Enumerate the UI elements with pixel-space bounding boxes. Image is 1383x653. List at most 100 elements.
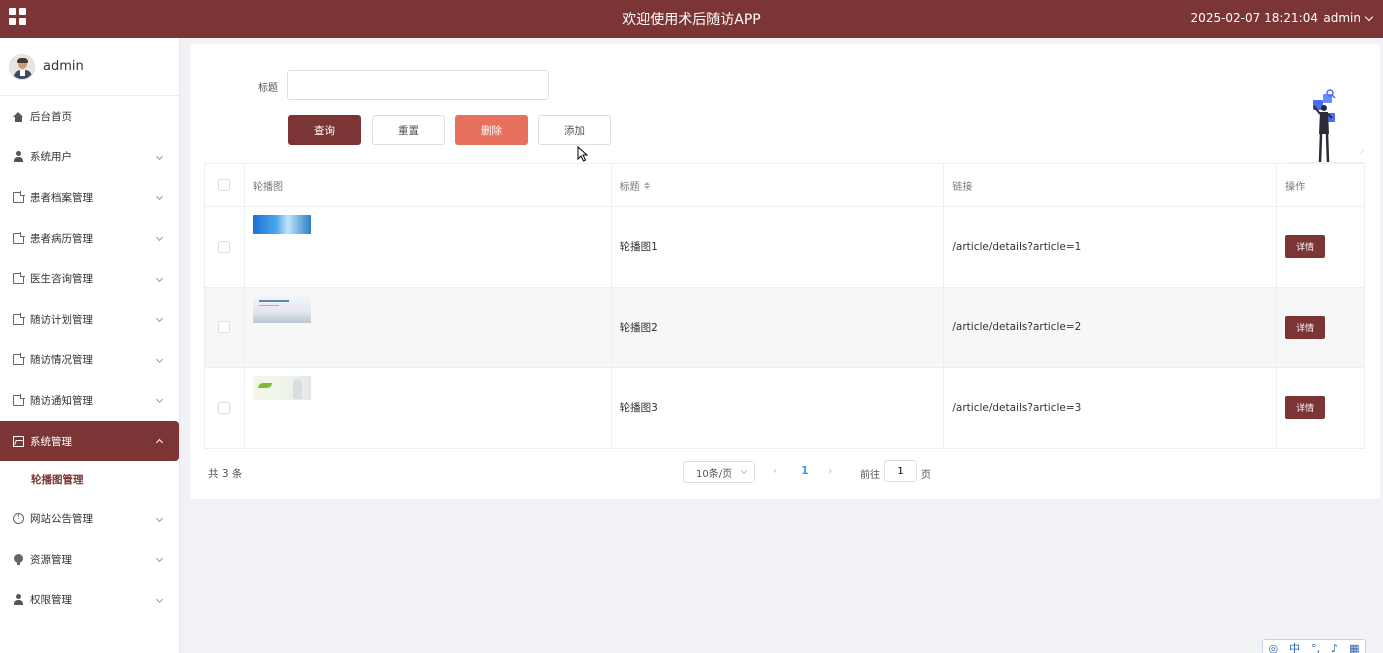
chevron-down-icon — [155, 355, 164, 363]
sidebar-item-medical-history[interactable]: 患者病历管理 — [0, 218, 179, 259]
main-card: 标题 查询 重置 删除 添加 轮播图 标题 链接 操作 轮播图1 /articl… — [190, 44, 1380, 499]
row-checkbox[interactable] — [218, 321, 231, 334]
table-row: 轮播图1 /article/details?article=1 详情 — [205, 207, 1366, 288]
punctuation-icon: °, — [1311, 641, 1321, 653]
user-menu-label: admin — [1323, 11, 1361, 25]
sidebar-item-home[interactable]: 后台首页 — [0, 96, 179, 137]
carousel-thumbnail[interactable] — [252, 295, 311, 323]
page-size-select[interactable]: 10条/页 — [683, 461, 755, 483]
page-number-button[interactable]: 1 — [801, 464, 809, 477]
sidebar-item-label: 网站公告管理 — [30, 513, 93, 526]
app-title: 欢迎使用术后随访APP — [622, 12, 761, 28]
detail-button[interactable]: 详情 — [1285, 235, 1326, 259]
header-checkbox-cell — [205, 164, 245, 206]
page-size-value: 10条/页 — [696, 468, 733, 480]
chevron-up-icon — [155, 439, 164, 447]
link-cell: /article/details?article=2 — [944, 287, 1278, 367]
sidebar-item-resources[interactable]: 资源管理 — [0, 539, 179, 580]
chevron-down-icon — [155, 274, 164, 282]
document-icon — [13, 190, 25, 203]
column-header-link: 链接 — [944, 164, 1278, 206]
operation-cell: 详情 — [1277, 207, 1366, 287]
goto-page-input[interactable] — [884, 460, 917, 482]
avatar — [9, 53, 35, 80]
sidebar-item-system-users[interactable]: 系统用户 — [0, 137, 179, 178]
sidebar-item-announcements[interactable]: 网站公告管理 — [0, 498, 179, 539]
sidebar-item-label: 资源管理 — [30, 553, 72, 566]
add-button[interactable]: 添加 — [538, 115, 611, 145]
link-cell: /article/details?article=1 — [944, 207, 1278, 287]
search-illustration-icon — [1288, 89, 1365, 164]
goto-label: 前往 — [860, 470, 880, 481]
column-header-operation: 操作 — [1277, 164, 1366, 206]
datetime: 2025-02-07 18:21:04 — [1190, 11, 1318, 25]
chevron-down-icon — [155, 396, 164, 404]
document-icon — [13, 393, 25, 406]
goto-suffix: 页 — [921, 470, 931, 481]
document-icon — [13, 353, 25, 366]
ime-toolbar[interactable]: ◎ 中 °, ♪ ▦ — [1262, 639, 1366, 653]
chevron-down-icon — [155, 514, 164, 522]
chevron-down-icon — [155, 555, 164, 563]
sidebar-item-system-management[interactable]: 系统管理 — [0, 420, 179, 462]
title-search-input[interactable] — [287, 70, 549, 100]
sidebar-item-followup-status[interactable]: 随访情况管理 — [0, 340, 179, 381]
detail-button[interactable]: 详情 — [1285, 396, 1326, 420]
user-icon — [13, 151, 24, 163]
microphone-icon: ♪ — [1331, 641, 1339, 653]
table-header-row: 轮播图 标题 链接 操作 — [205, 164, 1366, 207]
info-icon — [13, 512, 24, 525]
next-page-button[interactable]: › — [828, 464, 832, 477]
sidebar-item-followup-plan[interactable]: 随访计划管理 — [0, 299, 179, 340]
sidebar-item-label: 系统管理 — [30, 435, 72, 448]
search-label: 标题 — [258, 83, 278, 94]
reset-button[interactable]: 重置 — [372, 115, 445, 145]
query-button[interactable]: 查询 — [288, 115, 361, 145]
sidebar-item-label: 患者病历管理 — [30, 232, 93, 245]
grid-icon: ▦ — [1349, 641, 1360, 653]
row-checkbox[interactable] — [218, 401, 231, 414]
detail-button[interactable]: 详情 — [1285, 315, 1326, 339]
sidebar-subitem-label: 轮播图管理 — [31, 474, 84, 487]
image-cell — [245, 287, 612, 367]
user-menu[interactable]: admin — [1323, 11, 1374, 25]
sidebar-item-label: 医生咨询管理 — [30, 273, 93, 286]
operation-cell: 详情 — [1277, 287, 1366, 367]
chevron-down-icon — [1364, 12, 1374, 21]
prev-page-button[interactable]: ‹ — [773, 464, 777, 477]
chevron-down-icon — [155, 234, 164, 242]
sidebar-item-label: 后台首页 — [30, 110, 72, 123]
sidebar-item-doctor-consult[interactable]: 医生咨询管理 — [0, 258, 179, 299]
document-icon — [13, 231, 25, 244]
sidebar-item-label: 系统用户 — [30, 151, 72, 164]
image-cell — [245, 207, 612, 287]
sidebar: admin 后台首页 系统用户 患者档案管理 患者病历管理 医生咨询管理 随访计… — [0, 38, 180, 653]
sidebar-item-label: 随访通知管理 — [30, 394, 93, 407]
sidebar-item-permissions[interactable]: 权限管理 — [0, 580, 179, 621]
row-checkbox[interactable] — [218, 240, 231, 253]
link-cell: /article/details?article=3 — [944, 368, 1278, 448]
delete-button[interactable]: 删除 — [455, 115, 528, 145]
sidebar-item-patient-records[interactable]: 患者档案管理 — [0, 177, 179, 218]
column-header-title[interactable]: 标题 — [612, 164, 945, 206]
sidebar-subitem-carousel[interactable]: 轮播图管理 — [0, 461, 179, 498]
sidebar-profile: admin — [0, 38, 179, 96]
image-icon — [13, 435, 24, 447]
user-icon — [13, 594, 24, 606]
sort-icon[interactable] — [643, 181, 650, 189]
column-header-title-label: 标题 — [619, 181, 640, 193]
sidebar-item-label: 患者档案管理 — [30, 191, 93, 204]
carousel-thumbnail[interactable] — [252, 376, 311, 400]
chevron-down-icon — [155, 152, 164, 160]
row-checkbox-cell — [205, 368, 245, 448]
title-cell: 轮播图2 — [612, 287, 945, 367]
sidebar-item-followup-notice[interactable]: 随访通知管理 — [0, 380, 179, 421]
carousel-thumbnail[interactable] — [252, 215, 311, 234]
select-all-checkbox[interactable] — [218, 179, 231, 191]
total-count: 共 3 条 — [208, 468, 243, 480]
table-row: 轮播图2 /article/details?article=2 详情 — [205, 287, 1366, 368]
row-checkbox-cell — [205, 287, 245, 367]
chevron-down-icon — [155, 595, 164, 603]
document-icon — [13, 312, 25, 325]
bulb-icon — [13, 553, 24, 565]
